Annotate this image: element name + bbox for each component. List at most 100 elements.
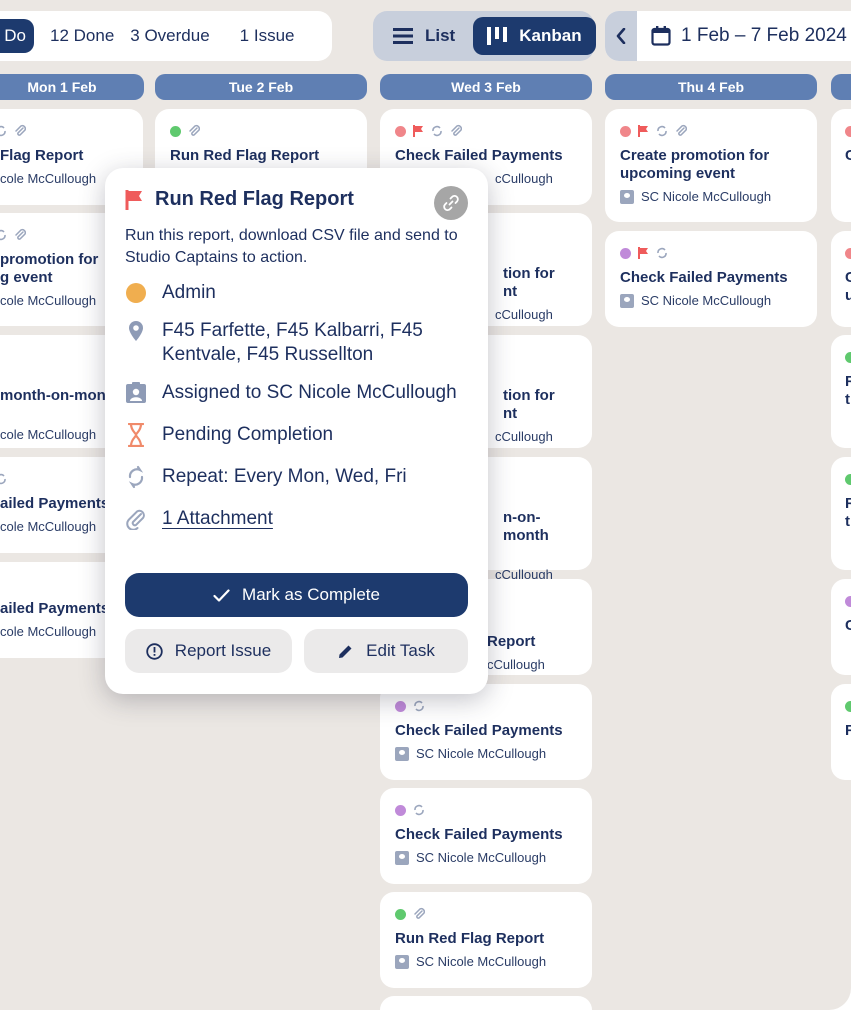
task-meta (845, 245, 851, 261)
task-title: C (845, 147, 851, 164)
category-dot-purple (620, 247, 631, 259)
attachment-link[interactable]: 1 Attachment (162, 507, 273, 531)
paperclip-icon (15, 228, 26, 240)
assignee-name: SC Nicole McCullough (641, 189, 772, 204)
task-title: C u (845, 269, 851, 304)
assignee-name: cole McCullough (0, 624, 97, 639)
assignee-name: cole McCullough (0, 427, 97, 442)
task-title: R t (845, 495, 851, 530)
location-list: F45 Farfette, F45 Kalbarri, F45 Kentvale… (162, 320, 423, 365)
assignee-name: cole McCullough (0, 293, 97, 308)
mark-complete-label: Mark as Complete (242, 585, 380, 604)
assignee-name: cole McCullough (0, 171, 97, 186)
category-dot-green (170, 125, 181, 137)
task-meta (620, 123, 801, 139)
flag-icon (413, 125, 423, 137)
date-range-label[interactable]: 1 Feb – 7 Feb 2024 (651, 25, 847, 47)
repeat-icon (125, 465, 147, 489)
assignee-badge-icon (395, 850, 409, 865)
edit-task-button[interactable]: Edit Task (304, 629, 468, 673)
repeat-icon (414, 700, 424, 712)
task-card[interactable]: R t (831, 335, 851, 448)
kanban-view-button[interactable]: Kanban (473, 17, 596, 55)
task-meta (170, 123, 351, 139)
task-card[interactable] (380, 996, 592, 1010)
category-dot-purple (845, 595, 851, 607)
category-dot-green (845, 351, 851, 363)
list-view-button[interactable]: List (379, 17, 469, 55)
task-meta (0, 123, 127, 139)
assignee-label: Assigned to SC Nicole McCullough (162, 382, 457, 403)
task-meta (395, 802, 576, 818)
link-icon (443, 195, 459, 211)
task-card[interactable]: F (831, 684, 851, 780)
assignee-name: SC Nicole McCullough (416, 954, 547, 969)
chevron-left-icon (616, 28, 626, 44)
task-meta (395, 123, 576, 139)
repeat-icon (657, 247, 667, 259)
date-navigator: 1 Feb – 7 Feb 2024 (605, 11, 851, 61)
day-header-label: Tue 2 Feb (228, 79, 294, 95)
kanban-icon (487, 27, 508, 45)
task-card[interactable]: C (831, 579, 851, 675)
filter-done[interactable]: 12 Done (50, 26, 114, 46)
popover-header: Run Red Flag Report (125, 188, 468, 211)
assignee-badge-icon (125, 381, 147, 405)
day-header-wed: Wed 3 Feb (380, 74, 592, 100)
task-title: Create promotion for upcoming event (620, 147, 770, 182)
task-card[interactable]: Check Failed Payments SC Nicole McCullou… (380, 788, 592, 884)
day-header-fri (831, 74, 851, 100)
filter-issue[interactable]: 1 Issue (240, 26, 295, 46)
category-dot-red (620, 125, 631, 137)
task-detail-popover: Run Red Flag Report Run this report, dow… (105, 168, 488, 694)
task-assignee: SC Nicole McCullough (620, 293, 801, 308)
date-range-text: 1 Feb – 7 Feb 2024 (681, 25, 847, 46)
task-title: Run Red Flag Report (395, 930, 545, 947)
category-dot-icon (125, 281, 147, 305)
task-card[interactable]: C (831, 109, 851, 222)
report-issue-label: Report Issue (174, 641, 272, 660)
kanban-board: Do 12 Done 3 Overdue 1 Issue List Kanban… (0, 0, 851, 1010)
task-card[interactable]: C u (831, 231, 851, 327)
list-view-label: List (425, 26, 456, 45)
copy-link-button[interactable] (434, 186, 468, 220)
filter-todo[interactable]: Do (0, 19, 34, 53)
category-dot-purple (395, 700, 406, 712)
category-row: Admin (125, 281, 468, 305)
repeat-icon (0, 229, 6, 241)
previous-week-button[interactable] (605, 11, 637, 61)
task-assignee: SC Nicole McCullough (395, 954, 576, 969)
task-assignee: SC Nicole McCullough (395, 746, 576, 761)
calendar-icon (651, 26, 671, 46)
category-dot-green (845, 700, 851, 712)
category-dot-green (845, 473, 851, 485)
category-dot-red (845, 247, 851, 259)
assignee-name: cCullough (487, 657, 545, 672)
category-dot-green (395, 908, 406, 920)
assignee-badge-icon (395, 746, 409, 761)
assignee-name: cCullough (495, 429, 553, 444)
task-card[interactable]: Create promotion for upcoming event SC N… (605, 109, 817, 222)
category-label: Admin (162, 282, 216, 303)
task-card[interactable]: Check Failed Payments SC Nicole McCullou… (380, 684, 592, 780)
attachment-row: 1 Attachment (125, 507, 468, 531)
task-meta (845, 471, 851, 487)
mark-complete-button[interactable]: Mark as Complete (125, 573, 468, 617)
assignee-name: cole McCullough (0, 519, 97, 534)
repeat-icon (657, 125, 667, 137)
list-icon (393, 28, 413, 44)
paperclip-icon (15, 124, 26, 136)
paperclip-icon (125, 507, 147, 531)
paperclip-icon (414, 907, 425, 919)
flag-icon (125, 189, 142, 210)
task-card[interactable]: Check Failed Payments SC Nicole McCullou… (605, 231, 817, 327)
edit-task-label: Edit Task (366, 641, 435, 660)
task-assignee: SC Nicole McCullough (620, 189, 801, 204)
report-issue-button[interactable]: Report Issue (125, 629, 292, 673)
day-header-tue: Tue 2 Feb (155, 74, 367, 100)
task-card[interactable]: R t (831, 457, 851, 570)
task-title: Check Failed Payments (395, 826, 563, 843)
task-card[interactable]: Run Red Flag Report SC Nicole McCullough (380, 892, 592, 988)
filter-overdue[interactable]: 3 Overdue (130, 26, 209, 46)
category-dot-purple (395, 804, 406, 816)
